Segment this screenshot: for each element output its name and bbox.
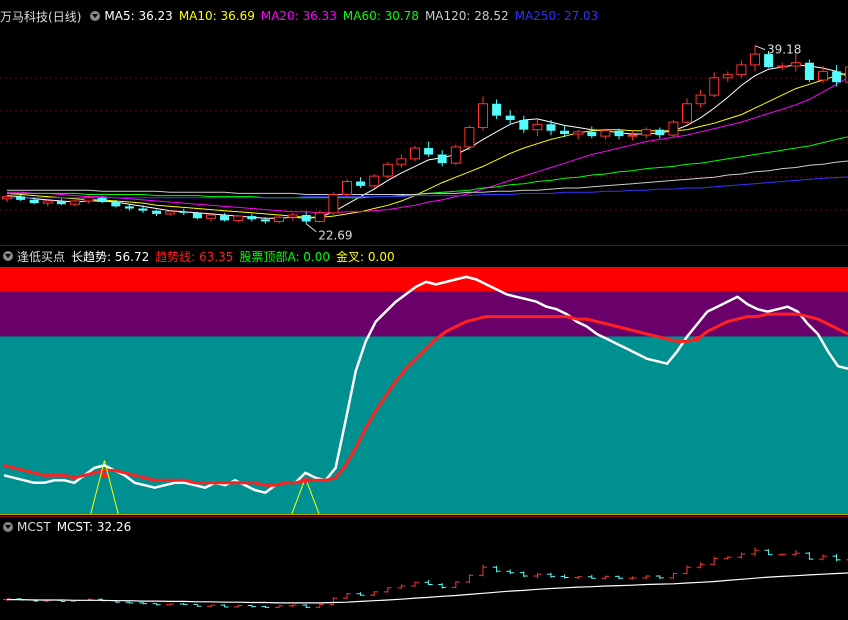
candle-body [668,121,679,136]
candle-body [695,94,706,105]
zone-band [0,291,848,337]
ma-line-ma20 [7,77,848,214]
candle-body [382,163,393,177]
candle-body [56,200,66,205]
candle-body [97,197,107,203]
candle-body [627,134,638,137]
candle-body [464,127,475,148]
candle-body [641,129,652,136]
candle-body [424,148,434,155]
candle-body [560,130,570,134]
cross-point [302,477,309,484]
candle-body [342,181,352,195]
candle-body [124,206,134,209]
candle-body [220,215,230,221]
candle-body [328,193,339,214]
candle-body [614,130,624,137]
high-marker [754,45,766,51]
candle-body [505,115,515,120]
candle-body [450,146,461,164]
candle-body [152,210,162,214]
candle-body [260,219,270,222]
candle-body [179,211,189,213]
candle-body [777,65,788,68]
candle-body [369,175,380,187]
mcst-line [7,572,848,604]
candle-body [410,147,420,160]
candle-body [42,200,53,204]
zone-band [0,336,848,515]
candle-body [314,212,325,222]
candle-body [546,124,556,131]
ma-line-ma60 [7,136,848,199]
zone-band [0,267,848,292]
candle-body [301,215,311,222]
candle-body [287,214,298,218]
candle-body [29,199,39,204]
candle-body [532,123,543,131]
low-label: 22.69 [318,229,352,243]
candle-body [722,74,733,79]
candle-body [587,131,597,137]
candle-body [396,158,407,165]
candle-body [16,196,26,200]
candle-body [832,71,842,83]
candle-body [750,53,760,66]
cross-point [694,335,701,342]
candle-body [206,214,216,219]
candle-body [192,212,202,219]
candle-body [709,77,720,96]
candle-body [804,62,814,80]
candle-body [573,131,584,135]
candle-body [736,64,747,76]
candle-body [356,181,366,186]
candle-body [2,196,12,200]
candle-body [70,200,80,205]
chart-canvas[interactable]: 39.18 22.69 [0,0,848,620]
low-marker [305,223,317,233]
candle-body [682,103,692,123]
candle-body [83,197,94,202]
candle-body [437,154,447,164]
candle-body [233,215,244,221]
candle-body [165,211,176,215]
candle-body [247,216,257,220]
high-label: 39.18 [767,43,801,57]
candle-body [138,208,148,211]
candle-body [492,103,502,116]
candle-body [519,119,529,130]
candle-body [790,62,801,67]
candle-body [478,103,488,129]
candle-body [274,216,284,222]
candle-body [655,129,665,136]
cross-point [101,472,108,479]
candle-body [111,202,121,207]
candle-body [600,130,611,137]
candle-body [818,70,828,81]
